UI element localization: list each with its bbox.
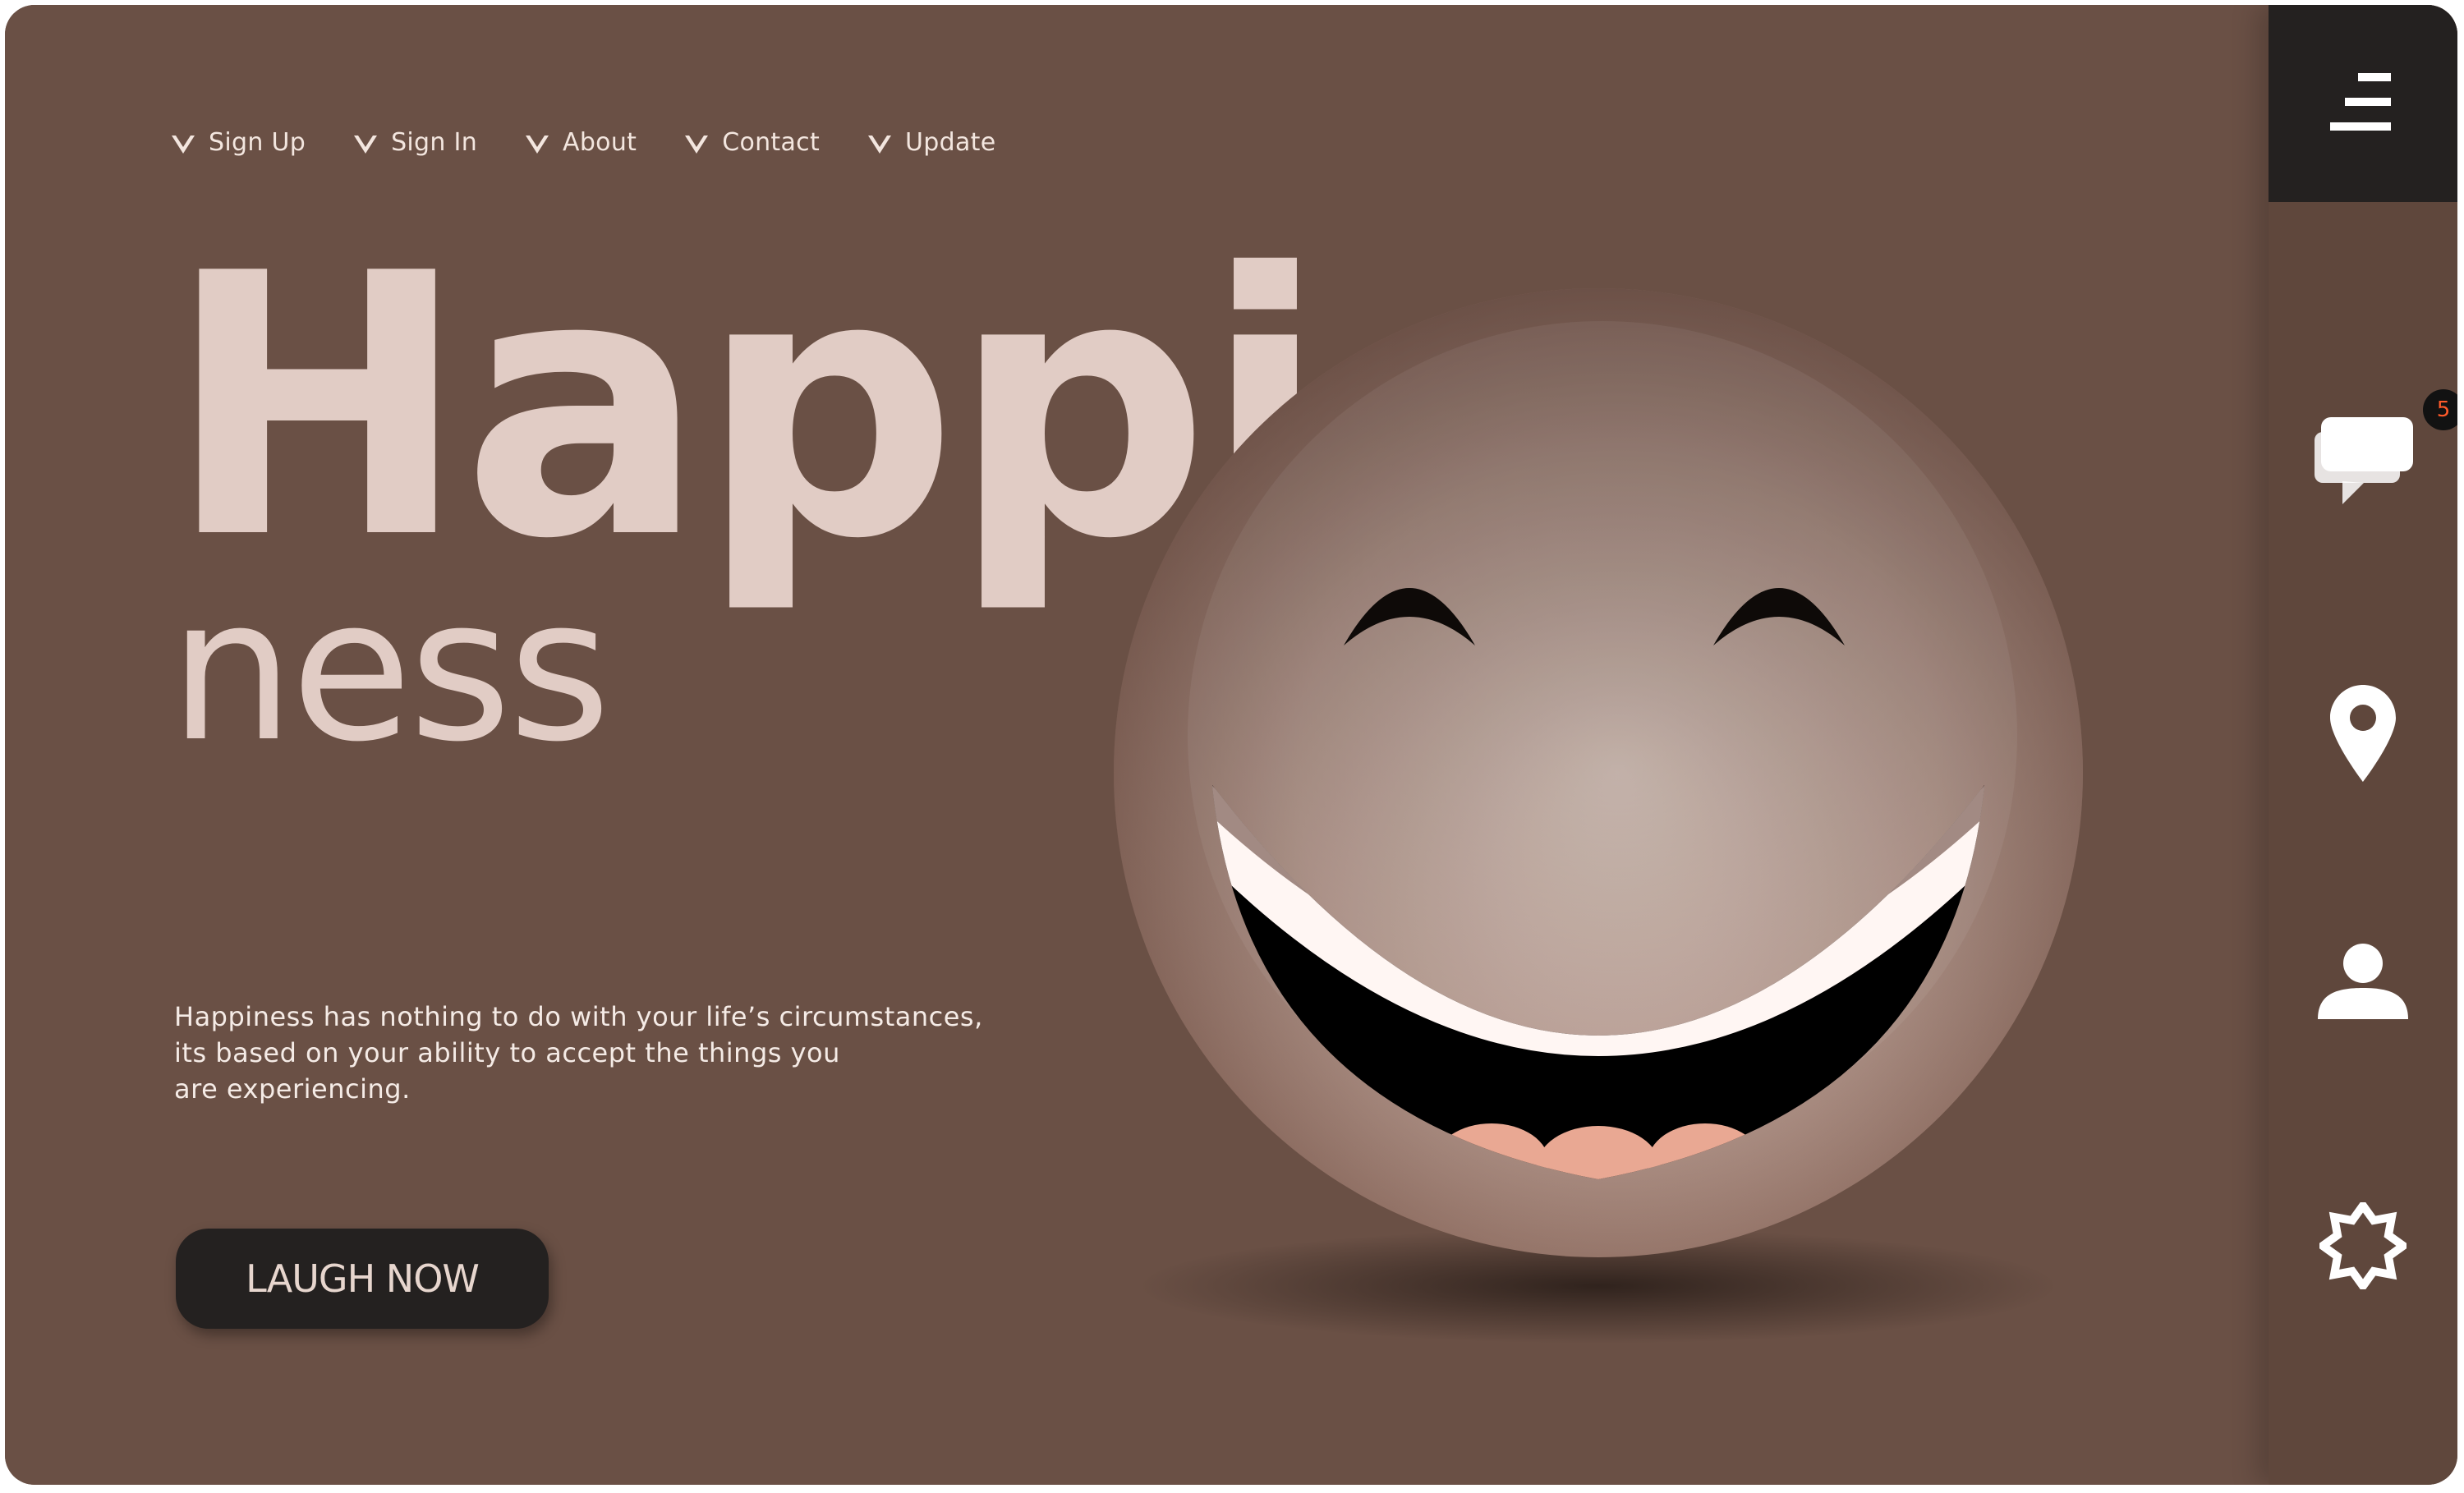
nav-item-label: About	[563, 128, 637, 157]
description-line: its based on your ability to accept the …	[174, 1037, 840, 1068]
nav-item-update[interactable]: Update	[866, 128, 995, 157]
landing-page: Sign Up Sign In About Contact Update Hap…	[5, 5, 2457, 1485]
messages-button[interactable]: 5	[2269, 389, 2457, 506]
nav-item-about[interactable]: About	[523, 128, 637, 157]
nav-item-label: Sign In	[391, 128, 478, 157]
smiley-face-icon	[1114, 288, 2083, 1344]
laugh-now-button[interactable]: LAUGH NOW	[176, 1229, 549, 1329]
location-pin-icon	[2330, 685, 2396, 782]
main-panel: Sign Up Sign In About Contact Update Hap…	[5, 5, 2269, 1485]
sidebar: 5	[2269, 5, 2457, 1485]
location-button[interactable]	[2269, 685, 2457, 782]
description-line: are experiencing.	[174, 1073, 411, 1105]
nav-item-sign-up[interactable]: Sign Up	[169, 128, 306, 157]
hero-description: Happiness has nothing to do with your li…	[174, 999, 995, 1107]
chevron-down-icon	[868, 135, 892, 154]
user-icon	[2318, 944, 2408, 1019]
nav-item-label: Contact	[722, 128, 821, 157]
top-nav: Sign Up Sign In About Contact Update	[169, 128, 1042, 157]
notification-badge: 5	[2423, 389, 2457, 430]
nav-item-label: Sign Up	[209, 128, 306, 157]
hero-subtitle: ness	[169, 555, 611, 785]
nav-item-contact[interactable]: Contact	[683, 128, 820, 157]
nav-item-label: Update	[905, 128, 996, 157]
chevron-down-icon	[354, 135, 378, 154]
profile-button[interactable]	[2269, 944, 2457, 1019]
chevron-down-icon	[526, 135, 549, 154]
chat-icon	[2315, 417, 2413, 504]
nav-item-sign-in[interactable]: Sign In	[352, 128, 477, 157]
description-line: Happiness has nothing to do with your li…	[174, 1001, 983, 1032]
chevron-down-icon	[685, 135, 709, 154]
settings-button[interactable]	[2269, 1202, 2457, 1289]
menu-button[interactable]	[2269, 5, 2457, 202]
settings-gear-icon	[2319, 1202, 2407, 1289]
menu-icon	[2330, 73, 2391, 131]
chevron-down-icon	[172, 135, 195, 154]
